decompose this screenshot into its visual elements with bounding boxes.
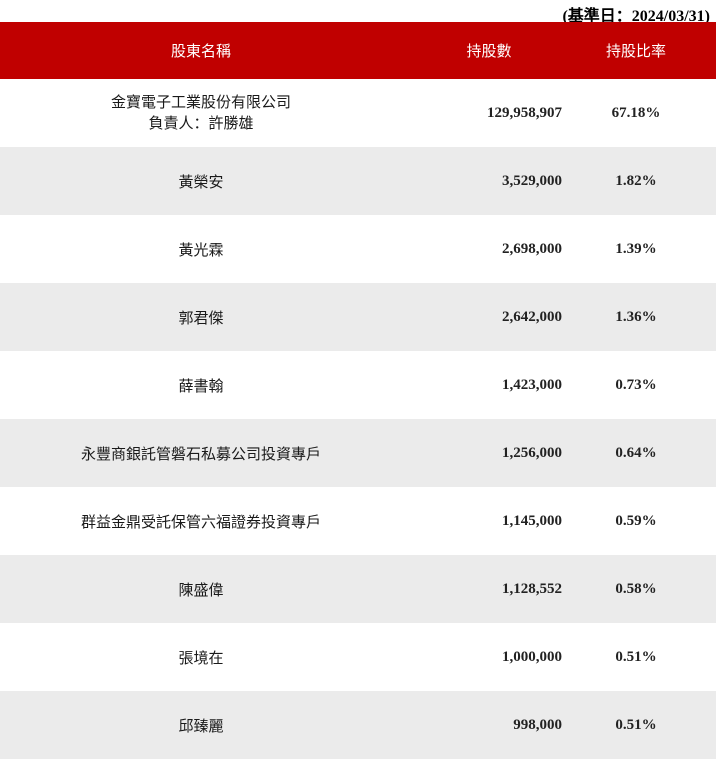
- header-shares: 持股數: [466, 42, 512, 60]
- table-row: 黃榮安 3,529,000 1.82%: [0, 147, 716, 215]
- ratio-value: 0.59%: [615, 512, 657, 529]
- shares-value: 2,642,000: [502, 308, 562, 325]
- ratio-value: 67.18%: [611, 104, 661, 121]
- shares-value: 1,145,000: [502, 512, 562, 529]
- table-header-row: 股東名稱 持股數 持股比率: [0, 22, 716, 79]
- shares-value: 1,000,000: [502, 648, 562, 665]
- shareholder-table: 股東名稱 持股數 持股比率 金寶電子工業股份有限公司 負責人：許勝雄 129,9…: [0, 22, 716, 759]
- ratio-value: 1.82%: [615, 172, 657, 189]
- shareholder-name: 張境在: [178, 648, 224, 667]
- table-row: 邱臻麗 998,000 0.51%: [0, 691, 716, 759]
- shareholder-name: 郭君傑: [178, 308, 224, 327]
- ratio-value: 1.39%: [615, 240, 657, 257]
- shareholder-name: 永豐商銀託管磐石私募公司投資專戶: [80, 444, 321, 463]
- ratio-value: 1.36%: [615, 308, 657, 325]
- table-row: 陳盛偉 1,128,552 0.58%: [0, 555, 716, 623]
- table-row: 黃光霖 2,698,000 1.39%: [0, 215, 716, 283]
- shareholder-name: 薛書翰: [178, 376, 224, 395]
- table-row: 薛書翰 1,423,000 0.73%: [0, 351, 716, 419]
- shares-value: 129,958,907: [487, 104, 562, 121]
- shares-value: 998,000: [513, 716, 562, 733]
- shareholder-name-line2: 負責人：許勝雄: [148, 114, 254, 132]
- shareholder-name: 金寶電子工業股份有限公司 負責人：許勝雄: [0, 92, 394, 134]
- ratio-value: 0.58%: [615, 580, 657, 597]
- shares-value: 2,698,000: [502, 240, 562, 257]
- table-row: 群益金鼎受託保管六福證券投資專戶 1,145,000 0.59%: [0, 487, 716, 555]
- shareholder-name: 黃光霖: [178, 240, 224, 259]
- table-row: 金寶電子工業股份有限公司 負責人：許勝雄 129,958,907 67.18%: [0, 79, 716, 147]
- table-row: 永豐商銀託管磐石私募公司投資專戶 1,256,000 0.64%: [0, 419, 716, 487]
- shares-value: 1,256,000: [502, 444, 562, 461]
- shareholder-name-line1: 金寶電子工業股份有限公司: [110, 93, 291, 111]
- shares-value: 1,128,552: [502, 580, 562, 597]
- shares-value: 3,529,000: [502, 172, 562, 189]
- ratio-value: 0.51%: [615, 648, 657, 665]
- table-row: 郭君傑 2,642,000 1.36%: [0, 283, 716, 351]
- header-ratio: 持股比率: [605, 42, 666, 60]
- ratio-value: 0.73%: [615, 376, 657, 393]
- shares-value: 1,423,000: [502, 376, 562, 393]
- table-row: 張境在 1,000,000 0.51%: [0, 623, 716, 691]
- shareholder-name: 黃榮安: [178, 172, 224, 191]
- shareholder-name: 群益金鼎受託保管六福證券投資專戶: [80, 512, 321, 531]
- ratio-value: 0.51%: [615, 716, 657, 733]
- ratio-value: 0.64%: [615, 444, 657, 461]
- header-shareholder-name: 股東名稱: [170, 42, 231, 60]
- shareholder-name: 陳盛偉: [178, 580, 224, 599]
- shareholder-name: 邱臻麗: [178, 716, 224, 735]
